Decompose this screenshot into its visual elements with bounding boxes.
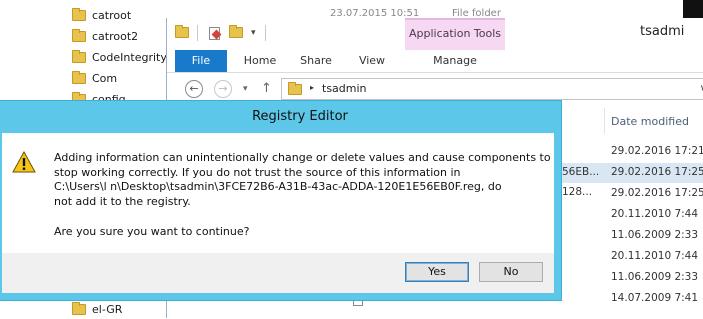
breadcrumb-segment[interactable]: tsadmin (322, 82, 367, 95)
folder-icon (72, 70, 86, 84)
tab-file[interactable]: File (175, 50, 227, 72)
date-modified-cell: 20.11.2010 7:44 (611, 208, 699, 220)
date-modified-cell: 14.07.2009 7:41 (611, 292, 699, 304)
dialog-question: Are you sure you want to continue? (54, 225, 250, 238)
address-bar[interactable]: ▸ tsadmin ∨ (281, 78, 703, 100)
folder-icon (72, 7, 86, 21)
tree-item-label: catroot2 (92, 29, 139, 43)
registry-editor-dialog: Registry Editor Adding information can u… (0, 100, 562, 301)
message-line: not add it to the registry. (54, 194, 191, 208)
forward-button[interactable]: → (214, 80, 232, 98)
breadcrumb-chevron-icon[interactable]: ▸ (310, 83, 314, 92)
tab-view[interactable]: View (349, 50, 395, 72)
file-name-partial[interactable]: 128... (562, 186, 592, 198)
folder-icon (288, 82, 302, 95)
tab-manage[interactable]: Manage (405, 50, 505, 72)
tree-item-el-gr[interactable]: el-GR (72, 299, 122, 319)
file-name-partial[interactable]: 56EB... (562, 166, 599, 178)
new-folder-icon[interactable] (229, 25, 243, 38)
tree-item-label: catroot (92, 8, 132, 22)
message-line: C:\Users\l n\Desktop\tsadmin\3FCE72B6-A3… (54, 180, 502, 193)
date-modified-cell: 29.02.2016 17:25 (611, 166, 703, 178)
date-modified-cell: 29.02.2016 17:21 (611, 145, 703, 157)
tab-home[interactable]: Home (237, 50, 283, 72)
dialog-title: Registry Editor (252, 109, 348, 124)
date-modified-cell: 11.06.2009 2:33 (611, 271, 699, 283)
tree-item-label: CodeIntegrity (92, 50, 167, 64)
tab-share[interactable]: Share (293, 50, 339, 72)
recent-locations-icon[interactable]: ▾ (243, 84, 248, 94)
explorer-title-bar: ▾ Application Tools tsadmi (167, 18, 703, 68)
up-button[interactable]: ↑ (261, 81, 272, 96)
folder-icon (175, 25, 189, 38)
tree-item-label: Com (92, 71, 118, 85)
window-title: tsadmi (640, 24, 685, 39)
folder-icon (72, 301, 86, 315)
ribbon-tabs: File Home Share View Manage (167, 50, 703, 73)
message-line: Adding information can unintentionally c… (54, 151, 551, 164)
date-modified-cell: 11.06.2009 2:33 (611, 229, 699, 241)
message-line: stop working correctly. If you do not tr… (54, 165, 461, 179)
date-modified-cell: 29.02.2016 17:25 (611, 187, 703, 199)
tree-item-codeintegrity[interactable]: CodeIntegrity (72, 47, 167, 67)
no-button[interactable]: No (479, 262, 543, 282)
tree-item-com[interactable]: Com (72, 68, 117, 88)
dialog-button-bar: Yes No (2, 253, 554, 293)
back-button[interactable]: ← (185, 80, 203, 98)
folder-icon (72, 28, 86, 42)
column-divider[interactable] (604, 108, 605, 134)
tree-item-catroot[interactable]: catroot (72, 5, 131, 25)
background-window-edge (683, 0, 703, 18)
properties-icon[interactable] (209, 27, 220, 40)
dialog-message: Adding information can unintentionally c… (54, 151, 551, 209)
tree-item-label: el-GR (92, 302, 123, 316)
customize-quick-access-icon[interactable]: ▾ (251, 28, 256, 38)
toolbar-separator (197, 25, 198, 41)
folder-icon (72, 49, 86, 63)
yes-button[interactable]: Yes (405, 262, 469, 282)
date-modified-cell: 20.11.2010 7:44 (611, 250, 699, 262)
warning-icon (12, 151, 36, 173)
toolbar-separator (265, 25, 266, 41)
contextual-tab-title: Application Tools (408, 27, 502, 40)
tree-item-catroot2[interactable]: catroot2 (72, 26, 138, 46)
column-header-date-modified[interactable]: Date modified (611, 115, 689, 128)
